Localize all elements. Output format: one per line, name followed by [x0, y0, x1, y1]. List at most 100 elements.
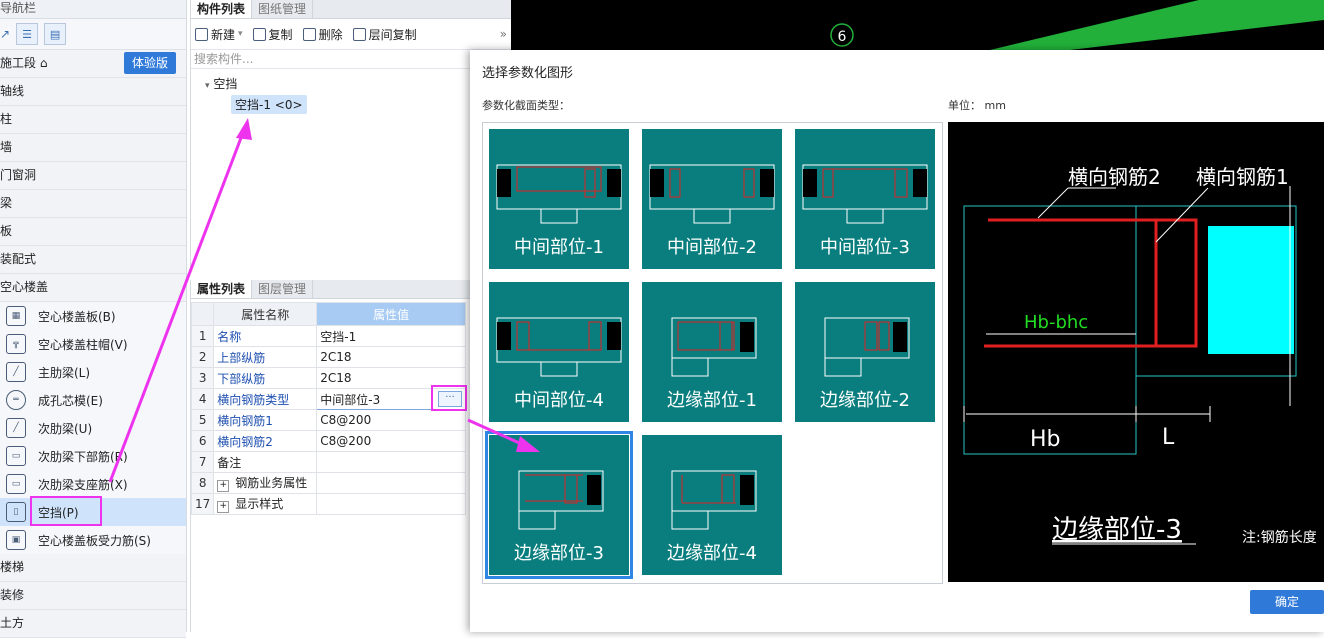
secondary-rib-icon: ╱	[6, 418, 26, 438]
search-input[interactable]: 搜索构件...	[191, 50, 511, 69]
shape-tile-edge-2[interactable]: 边缘部位-2	[795, 282, 935, 422]
table-row[interactable]: 7 备注	[190, 451, 466, 473]
nav-item-rib-bottom-bar[interactable]: ▭ 次肋梁下部筋(R)	[0, 442, 186, 470]
col-header-value: 属性值	[316, 302, 466, 326]
copy-button[interactable]: 复制	[252, 26, 293, 43]
nav-item-gap[interactable]: ▯ 空挡(P)	[0, 496, 186, 526]
shape-tile-middle-3[interactable]: 中间部位-3	[795, 129, 935, 269]
dialog-title: 选择参数化图形	[482, 66, 574, 81]
nav-toolbar: ↗ ☰ ▤	[0, 19, 186, 50]
component-tabs: 构件列表 图纸管理	[191, 0, 511, 19]
nav-section-prefab[interactable]: 装配式	[0, 246, 186, 274]
nav-section-beam[interactable]: 梁	[0, 190, 186, 218]
col-header-name: 属性名称	[213, 302, 318, 326]
new-icon	[195, 27, 208, 41]
label-hb-bhc: Hb-bhc	[1024, 312, 1088, 333]
tab-drawing-management[interactable]: 图纸管理	[252, 0, 314, 18]
nav-section-decoration[interactable]: 装修	[0, 582, 186, 610]
label-hb: Hb	[1030, 427, 1061, 452]
label-l: L	[1162, 425, 1175, 450]
label-bar2: 横向钢筋2	[1068, 165, 1161, 189]
shape-caption: 边缘部位-3	[514, 543, 604, 564]
nav-section-earthwork[interactable]: 土方	[0, 610, 186, 638]
rib-support-bar-icon: ▭	[6, 474, 26, 494]
detail-view-icon[interactable]: ▤	[44, 23, 67, 45]
shape-tile-edge-1[interactable]: 边缘部位-1	[642, 282, 782, 422]
chevron-down-icon: ▾	[238, 29, 243, 39]
highlight-box	[30, 496, 102, 526]
trash-icon	[302, 27, 316, 41]
property-tabs: 属性列表 图层管理	[191, 280, 471, 299]
navigation-panel: 导航栏 ↗ ☰ ▤ 施工段 ⌂ 体验版 轴线 柱 墙 门窗洞 梁 板 装配式 空…	[0, 0, 187, 638]
preview-title: 边缘部位-3	[1052, 515, 1182, 545]
tree-root-gap[interactable]: ▾ 空挡	[205, 75, 237, 92]
label-bar1: 横向钢筋1	[1196, 165, 1289, 189]
nav-section-door-window[interactable]: 门窗洞	[0, 162, 186, 190]
nav-section-stairs[interactable]: 楼梯	[0, 554, 186, 582]
more-icon[interactable]: »	[500, 27, 507, 41]
tab-property-list[interactable]: 属性列表	[191, 280, 253, 298]
shape-caption: 中间部位-4	[514, 390, 604, 411]
shape-caption: 边缘部位-2	[820, 390, 910, 411]
shape-grid: 中间部位-1 中间部位-2 中间部位-3 中间部位-4 边缘部位-1 边缘部位-…	[482, 122, 943, 584]
shape-caption: 中间部位-1	[514, 237, 604, 258]
new-button[interactable]: 新建 ▾	[195, 26, 243, 43]
component-toolbar: 新建 ▾ 复制 删除 层间复制 »	[191, 19, 511, 50]
main-rib-icon: ╱	[6, 362, 26, 382]
tab-component-list[interactable]: 构件列表	[191, 0, 253, 18]
nav-item-secondary-rib[interactable]: ╱ 次肋梁(U)	[0, 414, 186, 442]
nav-item-rib-support-bar[interactable]: ▭ 次肋梁支座筋(X)	[0, 470, 186, 498]
shape-tile-middle-2[interactable]: 中间部位-2	[642, 129, 782, 269]
table-row[interactable]: 2 上部纵筋 2C18	[190, 346, 466, 368]
shape-caption: 中间部位-3	[820, 237, 910, 258]
tree-node-gap-1[interactable]: 空挡-1 <0>	[231, 95, 307, 114]
cad-canvas-top[interactable]: 6	[510, 0, 1324, 50]
table-row[interactable]: 17 + 显示样式	[190, 493, 466, 515]
tab-layer-management[interactable]: 图层管理	[252, 280, 314, 298]
table-row[interactable]: 5 横向钢筋1 C8@200	[190, 409, 466, 431]
confirm-button[interactable]: 确定	[1250, 590, 1324, 614]
expand-plus-icon[interactable]: +	[217, 480, 230, 492]
shape-tile-middle-4[interactable]: 中间部位-4	[489, 282, 629, 422]
property-table: 属性名称 属性值 1 名称 空挡-1 2 上部纵筋 2C18 3 下部纵筋 2C18 4 横向…	[190, 302, 467, 515]
table-row[interactable]: 1 名称 空挡-1	[190, 325, 466, 347]
nav-section-wall[interactable]: 墙	[0, 134, 186, 162]
trial-version-button[interactable]: 体验版	[124, 52, 176, 74]
parametric-shape-dialog: 选择参数化图形 参数化截面类型： 单位： mm 中间部位-1 中间部位-2 中间…	[470, 50, 1324, 632]
table-row[interactable]: 6 横向钢筋2 C8@200	[190, 430, 466, 452]
nav-section-slab[interactable]: 板	[0, 218, 186, 246]
expand-icon[interactable]: ↗	[0, 27, 10, 41]
delete-button[interactable]: 删除	[302, 26, 343, 43]
column-cap-icon: ╦	[6, 334, 26, 354]
rebar-type-cell[interactable]: 中间部位-3 ···	[316, 385, 467, 411]
nav-item-slab-bar[interactable]: ▣ 空心楼盖板受力筋(S)	[0, 526, 186, 554]
list-view-icon[interactable]: ☰	[16, 23, 39, 45]
rib-bottom-bar-icon: ▭	[6, 446, 26, 466]
shape-tile-edge-3[interactable]: 边缘部位-3	[485, 431, 633, 579]
lock-icon: ⌂	[39, 56, 48, 70]
preview-note: 注:钢筋长度	[1242, 529, 1317, 546]
corner-cell	[190, 302, 215, 326]
slab-bar-icon: ▣	[6, 530, 26, 550]
table-row[interactable]: 3 下部纵筋 2C18	[190, 367, 466, 389]
nav-section-hollow-floor[interactable]: 空心楼盖	[0, 274, 186, 302]
core-mold-icon: ═	[6, 390, 26, 410]
nav-section-axis[interactable]: 轴线	[0, 78, 186, 106]
nav-header: 导航栏	[0, 0, 186, 19]
unit-label: 单位： mm	[948, 99, 1006, 112]
table-row[interactable]: 4 横向钢筋类型 中间部位-3 ···	[190, 385, 467, 411]
shape-tile-edge-4[interactable]: 边缘部位-4	[642, 435, 782, 575]
table-row[interactable]: 8 + 钢筋业务属性	[190, 472, 466, 494]
nav-item-main-rib[interactable]: ╱ 主肋梁(L)	[0, 358, 186, 386]
highlight-box	[431, 385, 467, 411]
nav-item-hollow-slab[interactable]: ▦ 空心楼盖板(B)	[0, 302, 186, 330]
shape-tile-middle-1[interactable]: 中间部位-1	[489, 129, 629, 269]
floor-copy-button[interactable]: 层间复制	[352, 26, 417, 43]
gap-icon: ▯	[6, 502, 26, 522]
floor-copy-icon	[352, 27, 366, 41]
nav-item-core-mold[interactable]: ═ 成孔芯模(E)	[0, 386, 186, 414]
nav-item-column-cap[interactable]: ╦ 空心楼盖柱帽(V)	[0, 330, 186, 358]
copy-icon	[252, 27, 266, 41]
nav-section-column[interactable]: 柱	[0, 106, 186, 134]
expand-plus-icon[interactable]: +	[217, 501, 230, 513]
